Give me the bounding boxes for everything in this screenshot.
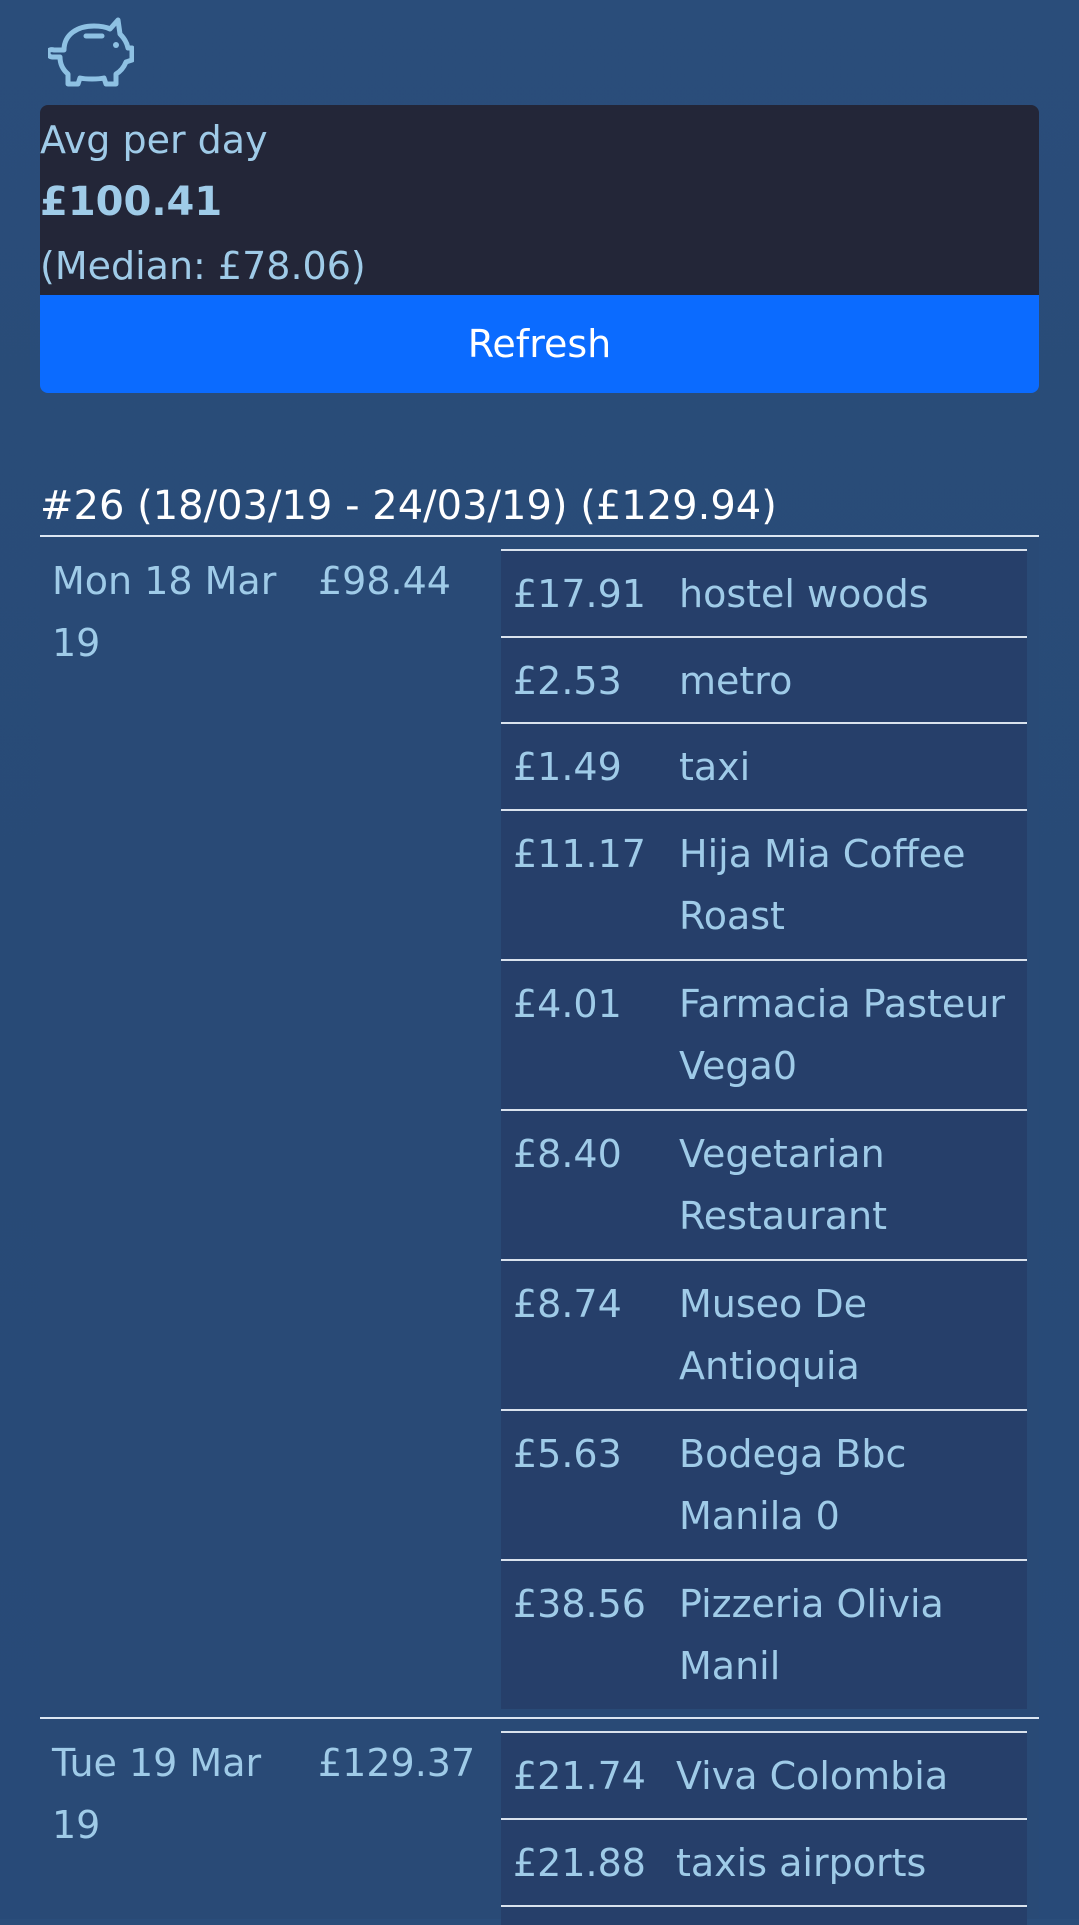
transaction-description: Hija Mia Coffee Roast [679, 832, 966, 938]
transaction-row: £8.74 Museo De Antioquia [501, 1259, 1027, 1409]
transaction-description: hostel woods [679, 572, 929, 616]
piggy-bank-icon [48, 17, 134, 87]
transaction-amount: £8.74 [513, 1282, 622, 1326]
transaction-description: Farmacia Pasteur Vega0 [679, 982, 1006, 1088]
avg-per-day-value: £100.41 [40, 179, 223, 225]
transaction-row: £11.17 Hija Mia Coffee Roast [501, 809, 1027, 959]
transaction-amount: £17.91 [513, 572, 646, 616]
transaction-description: Bodega Bbc Manila 0 [679, 1432, 907, 1538]
day-total: £129.37 [318, 1741, 476, 1785]
transaction-row: £21.88 taxis airports [501, 1818, 1027, 1905]
transaction-description: Viva Colombia [676, 1754, 949, 1798]
avg-per-day-label: Avg per day [40, 118, 268, 162]
transaction-amount: £38.56 [513, 1582, 646, 1626]
transaction-description: taxis airports [676, 1841, 927, 1885]
transaction-row: £5.63 Bodega Bbc Manila 0 [501, 1409, 1027, 1559]
transaction-description: Museo De Antioquia [679, 1282, 868, 1388]
transaction-row: £17.91 hostel woods [501, 549, 1027, 636]
transaction-row: £4.01 Farmacia Pasteur Vega0 [501, 959, 1027, 1109]
transaction-amount: £1.49 [513, 745, 622, 789]
transaction-row: £38.56 Pizzeria Olivia Manil [501, 1559, 1027, 1709]
transaction-row: £8.40 Vegetarian Restaurant [501, 1109, 1027, 1259]
transaction-amount: £8.40 [513, 1132, 622, 1176]
transaction-amount: £4.01 [513, 982, 622, 1026]
transaction-row: £2.53 metro [501, 636, 1027, 722]
transaction-row [501, 1905, 1027, 1925]
transaction-amount: £2.53 [513, 659, 622, 703]
day-row: Mon 18 Mar 19 £98.44 £17.91 hostel woods… [40, 537, 1039, 1717]
transaction-description: Pizzeria Olivia Manil [679, 1582, 944, 1688]
day-date: Tue 19 Mar 19 [52, 1741, 262, 1847]
transaction-description: metro [679, 659, 793, 703]
transaction-description: taxi [679, 745, 751, 789]
day-row: Tue 19 Mar 19 £129.37 £21.74 Viva Colomb… [40, 1719, 1039, 1925]
median-value: (Median: £78.06) [40, 244, 366, 288]
transaction-amount: £21.88 [513, 1841, 646, 1885]
day-total: £98.44 [318, 559, 451, 603]
day-date: Mon 18 Mar 19 [52, 559, 277, 665]
stats-card: Avg per day £100.41 (Median: £78.06) [40, 105, 1039, 305]
transaction-description: Vegetarian Restaurant [679, 1132, 888, 1238]
transaction-row: £1.49 taxi [501, 722, 1027, 809]
transaction-amount: £5.63 [513, 1432, 622, 1476]
week-heading: #26 (18/03/19 - 24/03/19) (£129.94) [40, 483, 777, 529]
refresh-button[interactable]: Refresh [40, 295, 1039, 393]
transaction-amount: £21.74 [513, 1754, 646, 1798]
transaction-row: £21.74 Viva Colombia [501, 1731, 1027, 1818]
transaction-amount: £11.17 [513, 832, 646, 876]
